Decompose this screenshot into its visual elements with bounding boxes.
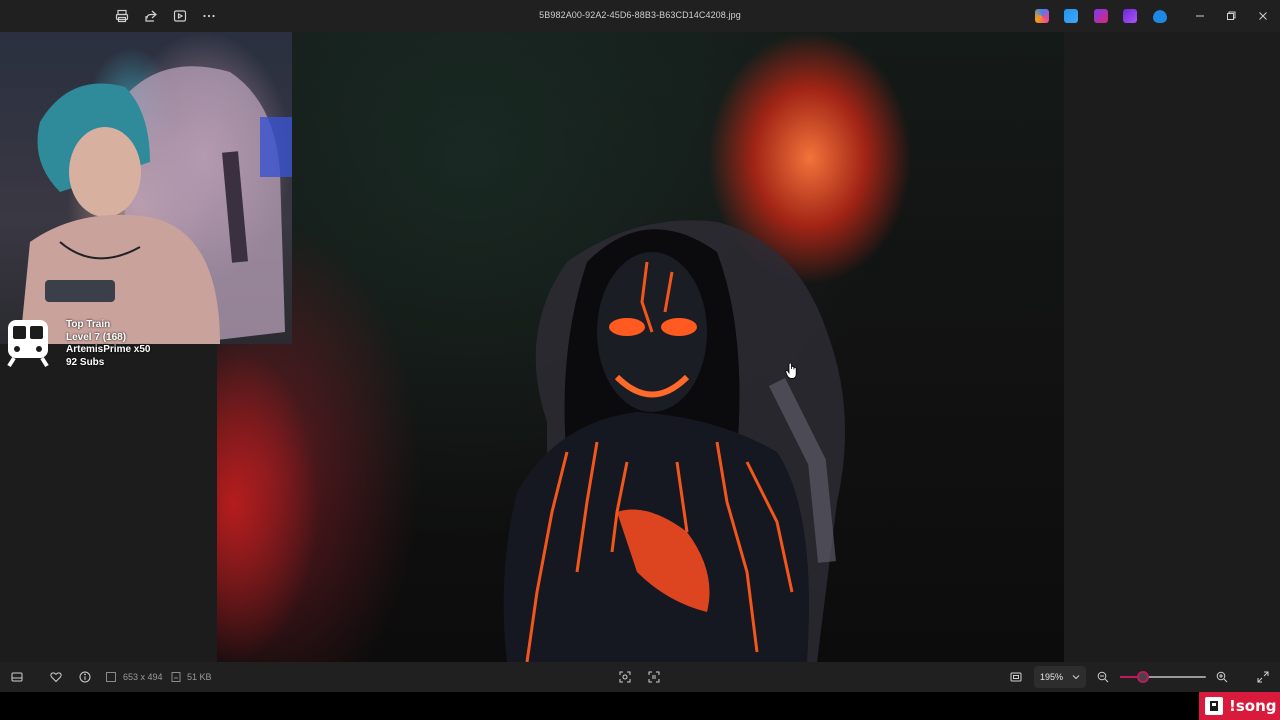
zoom-level-value: 195% [1040, 672, 1064, 682]
file-size-icon [170, 669, 182, 685]
song-command-label: !song [1229, 697, 1277, 715]
chevron-down-icon [1072, 675, 1080, 680]
fit-to-window-icon[interactable] [1008, 669, 1024, 685]
train-icon [7, 320, 49, 368]
hype-train-text: Top Train Level 7 (168) ArtemisPrime x50… [66, 319, 151, 369]
clipchamp-icon[interactable] [1094, 9, 1108, 23]
hype-train-level: Level 7 (168) [66, 331, 127, 343]
visual-search-icon[interactable] [617, 669, 633, 685]
edit-app-icon[interactable] [1123, 9, 1137, 23]
favorite-heart-icon[interactable] [48, 669, 64, 685]
title-bar: 5B982A00-92A2-45D6-88B3-B63CD14C4208.jpg [0, 0, 1280, 32]
zoom-in-icon[interactable] [1214, 669, 1230, 685]
file-name: 5B982A00-92A2-45D6-88B3-B63CD14C4208.jpg [539, 10, 741, 20]
minimize-icon[interactable] [1191, 8, 1209, 24]
stream-bottom-strip [0, 692, 1280, 720]
designer-icon[interactable] [1064, 9, 1078, 23]
hype-train-title: Top Train [66, 319, 111, 330]
hype-train-subs: 92 Subs [66, 356, 105, 368]
photo-subject-illustration [503, 220, 845, 662]
webcam-overlay [0, 32, 292, 344]
song-command-badge: !song [1199, 692, 1280, 720]
image-dimensions: 653 x 494 [123, 672, 163, 682]
file-info-icon[interactable] [77, 669, 93, 685]
onedrive-icon[interactable] [1152, 9, 1168, 23]
full-screen-icon[interactable] [1255, 669, 1271, 685]
hand-cursor-icon [785, 362, 797, 379]
dimensions-icon [105, 669, 117, 685]
webcam-illustration [20, 66, 292, 344]
music-note-icon [1205, 697, 1223, 715]
zoom-slider[interactable] [1120, 671, 1206, 683]
restore-icon[interactable] [1222, 8, 1240, 24]
close-icon[interactable] [1254, 8, 1272, 24]
copilot-icon[interactable] [1035, 9, 1049, 23]
text-scan-icon[interactable] [646, 669, 662, 685]
hype-train-top-contributor: ArtemisPrime x50 [66, 344, 151, 355]
status-bar: 653 x 494 51 KB [0, 662, 1280, 692]
zoom-out-icon[interactable] [1095, 669, 1111, 685]
displayed-photo[interactable] [217, 32, 1064, 662]
filmstrip-icon[interactable] [9, 669, 25, 685]
zoom-level-dropdown[interactable]: 195% [1034, 666, 1086, 688]
file-size: 51 KB [187, 672, 212, 682]
